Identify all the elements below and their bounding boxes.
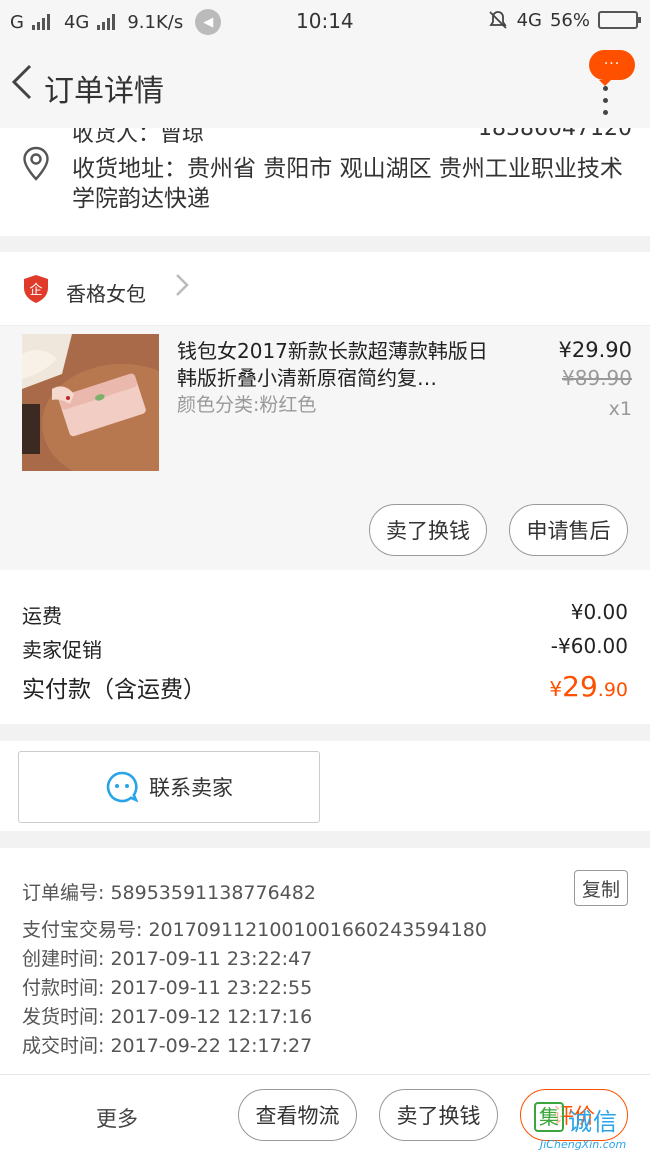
paid-time: 付款时间: 2017-09-11 23:22:55: [22, 977, 313, 999]
badge-text: 企: [29, 282, 42, 298]
fee-summary: 运费 ¥0.00 卖家促销 -¥60.00 实付款（含运费） ¥29.90: [0, 570, 650, 724]
bottom-action-bar: 更多 查看物流 卖了换钱 评价: [0, 1074, 650, 1155]
network-label: 4G: [63, 11, 90, 33]
item-spec: 颜色分类:粉红色: [177, 394, 317, 416]
chat-smile-icon: [106, 771, 139, 803]
after-sale-button[interactable]: 申请售后: [509, 504, 628, 556]
more-button[interactable]: 更多: [96, 1103, 138, 1133]
item-title: 钱包女2017新款长款超薄款韩版日韩版折叠小清新原宿简约复…: [177, 339, 488, 390]
item-original-price: ¥89.90: [562, 366, 632, 390]
status-left: G 4G 9.1K/s ◀: [10, 9, 222, 35]
sell-for-cash-bottom-button[interactable]: 卖了换钱: [379, 1089, 498, 1141]
page-title: 订单详情: [44, 74, 164, 109]
signal-icon: [31, 14, 50, 30]
back-arrow-icon[interactable]: [8, 60, 38, 104]
shop-name: 香格女包: [66, 282, 146, 306]
sell-for-cash-button[interactable]: 卖了换钱: [369, 504, 487, 556]
promo-value: -¥60.00: [550, 634, 628, 658]
created-time: 创建时间: 2017-09-11 23:22:47: [22, 948, 313, 970]
address-section[interactable]: 收货人：曾琼 18386047120 收货地址：贵州省 贵阳市 观山湖区 贵州工…: [0, 128, 650, 236]
order-item[interactable]: 钱包女2017新款长款超薄款韩版日韩版折叠小清新原宿简约复… 颜色分类:粉红色 …: [0, 326, 650, 570]
network-speed: 9.1K/s: [127, 11, 184, 33]
shipped-time: 发货时间: 2017-09-12 12:17:16: [22, 1006, 313, 1028]
receiver-label: 收货人：: [72, 128, 161, 147]
total-row: 实付款（含运费） ¥29.90: [22, 670, 628, 704]
total-currency: ¥: [549, 677, 563, 701]
receiver-phone: 18386047120: [478, 128, 632, 141]
total-value: ¥29.90: [549, 670, 628, 703]
battery-icon: [598, 11, 641, 29]
order-info: 订单编号: 58953591138776482 复制 支付宝交易号: 20170…: [0, 848, 650, 1074]
shipping-row: 运费 ¥0.00: [22, 600, 628, 629]
signal-icon-2: [97, 14, 116, 30]
contact-section: 联系卖家: [0, 741, 650, 831]
total-decimal: .90: [597, 679, 628, 701]
nav-bar: 订单详情 ···: [0, 42, 650, 128]
view-logistics-button[interactable]: 查看物流: [238, 1089, 357, 1141]
receiver-name: 曾琼: [160, 128, 205, 147]
status-bar: G 4G 9.1K/s ◀ 10:14 4G 56%: [0, 0, 650, 42]
battery-percent: 56%: [549, 9, 590, 31]
enterprise-shield-icon: 企: [24, 275, 48, 303]
carrier-label: G: [10, 11, 24, 33]
status-right: 4G 56%: [487, 9, 641, 31]
promo-label: 卖家促销: [22, 638, 102, 662]
review-button[interactable]: 评价: [520, 1089, 628, 1141]
item-quantity: x1: [608, 398, 632, 420]
contact-seller-label: 联系卖家: [149, 776, 233, 800]
copy-order-number-button[interactable]: 复制: [574, 870, 628, 906]
message-bubble-icon[interactable]: ···: [589, 50, 635, 86]
order-number: 订单编号: 58953591138776482: [22, 882, 316, 904]
clock: 10:14: [296, 9, 354, 33]
promo-row: 卖家促销 -¥60.00: [22, 634, 628, 663]
contact-seller-button[interactable]: 联系卖家: [18, 751, 320, 823]
alipay-trade-number: 支付宝交易号: 2017091121001001660243594180: [22, 919, 487, 941]
address-label: 收货地址：: [72, 156, 187, 182]
more-vert-icon[interactable]: [603, 86, 609, 122]
shipping-label: 运费: [22, 604, 62, 628]
total-integer: 29: [562, 670, 598, 703]
total-label: 实付款（含运费）: [22, 677, 206, 703]
shipping-value: ¥0.00: [570, 600, 628, 624]
product-thumbnail[interactable]: [22, 334, 159, 471]
receiver-row: 收货人：曾琼 18386047120: [72, 128, 632, 148]
address-text: 收货地址：贵州省 贵阳市 观山湖区 贵州工业职业技术学院韵达快递: [72, 154, 632, 214]
location-pin-icon: [23, 146, 49, 181]
completed-time: 成交时间: 2017-09-22 12:17:27: [22, 1035, 313, 1057]
mute-bell-icon: [488, 11, 507, 29]
item-price: ¥29.90: [558, 338, 632, 362]
network-right-label: 4G: [516, 9, 542, 31]
shop-row[interactable]: 企 香格女包: [0, 252, 650, 326]
volume-icon: ◀: [195, 9, 222, 35]
chevron-right-icon: [174, 270, 190, 306]
